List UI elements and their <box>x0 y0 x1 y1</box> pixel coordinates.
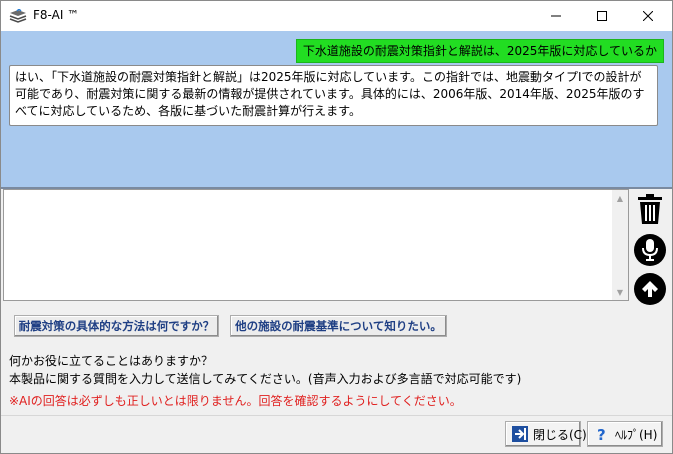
scroll-down-icon[interactable]: ▼ <box>612 284 628 300</box>
close-dialog-button[interactable]: 閉じる(C) <box>505 421 587 447</box>
stack-logo-icon <box>9 8 27 23</box>
message-input-container: ▲ ▼ <box>3 189 629 301</box>
trash-icon <box>638 194 662 224</box>
clear-button[interactable] <box>634 193 666 225</box>
greeting-text: 何かお役に立てることはありますか？ <box>9 354 214 368</box>
user-message-bubble: 下水道施設の耐震対策指針と解説は、2025年版に対応しているか <box>295 39 664 63</box>
send-button[interactable] <box>634 273 666 305</box>
close-dialog-label: 閉じる(C) <box>533 427 587 442</box>
microphone-icon <box>642 239 658 261</box>
ai-response-bubble: はい、「下水道施設の耐震対策指針と解説」は2025年版に対応しています。この指針… <box>9 65 658 126</box>
maximize-button[interactable] <box>579 1 625 31</box>
maximize-icon <box>597 11 607 21</box>
help-question-icon: ? <box>594 426 610 442</box>
chat-history[interactable]: 下水道施設の耐震対策指針と解説は、2025年版に対応しているか はい、「下水道施… <box>1 31 672 187</box>
svg-text:?: ? <box>597 426 606 442</box>
voice-input-button[interactable] <box>634 234 666 266</box>
input-scrollbar[interactable]: ▲ ▼ <box>612 190 628 300</box>
send-arrow-up-icon <box>642 281 658 297</box>
app-window: F8-AI ™ 下水道施設の耐震対策指針と解説は、2025年版に対応しているか … <box>0 0 673 454</box>
scroll-up-icon[interactable]: ▲ <box>612 190 628 206</box>
minimize-button[interactable] <box>533 1 579 31</box>
close-icon <box>643 11 653 21</box>
disclaimer-text: ※AIの回答は必ずしも正しいとは限りません。回答を確認するようにしてください。 <box>9 394 462 408</box>
help-button[interactable]: ? ﾍﾙﾌﾟ(H) <box>587 421 663 447</box>
window-title: F8-AI ™ <box>33 8 80 22</box>
message-input[interactable] <box>4 190 612 300</box>
close-button[interactable] <box>625 1 671 31</box>
help-label: ﾍﾙﾌﾟ(H) <box>615 427 658 442</box>
minimize-icon <box>551 15 561 17</box>
instruction-text: 本製品に関する質問を入力して送信してみてください。(音声入力および多言語で対応可… <box>9 372 522 386</box>
exit-arrow-icon <box>512 426 528 442</box>
suggestion-button-1[interactable]: 耐震対策の具体的な方法は何ですか？ <box>14 315 219 337</box>
suggestion-button-2[interactable]: 他の施設の耐震基準について知りたい。 <box>230 315 447 337</box>
footer-divider <box>1 415 672 416</box>
title-bar: F8-AI ™ <box>1 1 672 31</box>
